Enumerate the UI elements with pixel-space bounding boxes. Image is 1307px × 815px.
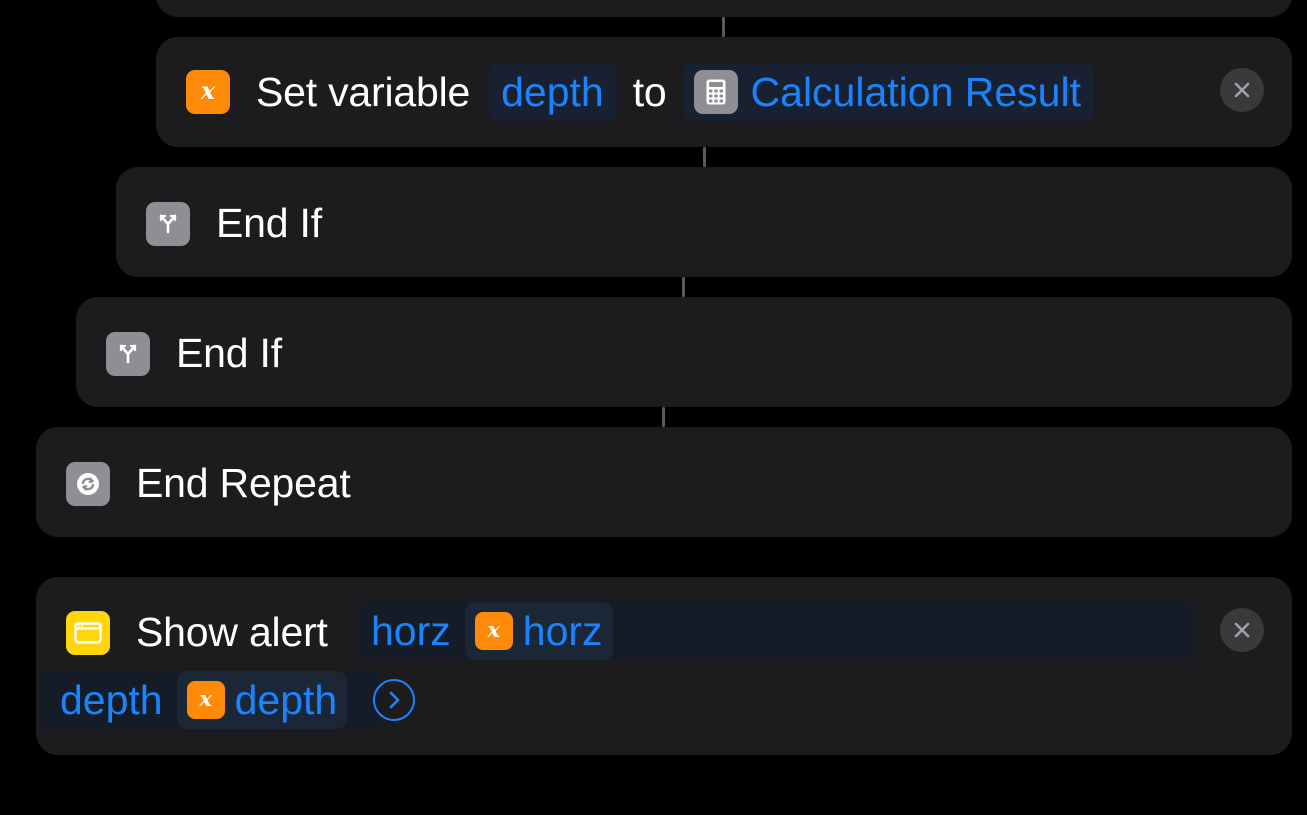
chevron-right-circle-icon — [389, 691, 400, 709]
show-more-button[interactable] — [373, 679, 416, 721]
flow-connector — [682, 277, 685, 297]
repeat-icon — [66, 461, 110, 506]
value-token[interactable]: Calculation Result — [682, 63, 1094, 121]
message-text-label: horz — [371, 607, 451, 654]
close-icon — [1234, 82, 1250, 98]
action-verb: Set variable — [256, 68, 471, 115]
flow-connector — [703, 147, 706, 167]
show-alert-action-card[interactable]: Show alert horz x horz depth x depth — [36, 577, 1292, 755]
variable-x-icon: x — [474, 612, 513, 650]
flow-connector — [662, 407, 665, 427]
remove-action-button[interactable] — [1220, 608, 1264, 652]
variable-x-icon: x — [186, 70, 230, 114]
branch-icon — [106, 331, 150, 376]
variable-token-label: horz — [522, 607, 603, 654]
end-if-action-card[interactable]: End If — [76, 297, 1292, 407]
action-label: End If — [176, 330, 282, 376]
variable-name-token[interactable]: depth — [488, 63, 617, 121]
action-label: End If — [216, 200, 322, 246]
remove-action-button[interactable] — [1220, 68, 1264, 112]
action-verb: Show alert — [136, 609, 328, 655]
message-text[interactable]: depth — [40, 671, 163, 729]
set-variable-action-card[interactable]: x Set variable depth to Calculation Resu… — [156, 37, 1292, 147]
variable-token-label: depth — [234, 676, 338, 723]
close-icon — [1234, 622, 1250, 638]
end-if-action-card[interactable]: End If — [116, 167, 1292, 277]
calculator-icon — [693, 70, 738, 114]
end-repeat-action-card[interactable]: End Repeat — [36, 427, 1292, 537]
alert-window-icon — [66, 610, 110, 655]
previous-action-card[interactable] — [156, 0, 1292, 17]
variable-name: depth — [501, 68, 604, 115]
variable-token[interactable]: x horz — [464, 602, 613, 660]
variable-token[interactable]: x depth — [176, 671, 348, 729]
variable-x-icon: x — [186, 681, 225, 719]
flow-connector — [722, 17, 725, 37]
message-text-label: depth — [60, 676, 163, 723]
message-text[interactable]: horz — [358, 602, 451, 660]
action-label: End Repeat — [136, 460, 351, 506]
connector-word: to — [632, 68, 667, 115]
value-label: Calculation Result — [750, 68, 1081, 115]
branch-icon — [146, 201, 190, 246]
